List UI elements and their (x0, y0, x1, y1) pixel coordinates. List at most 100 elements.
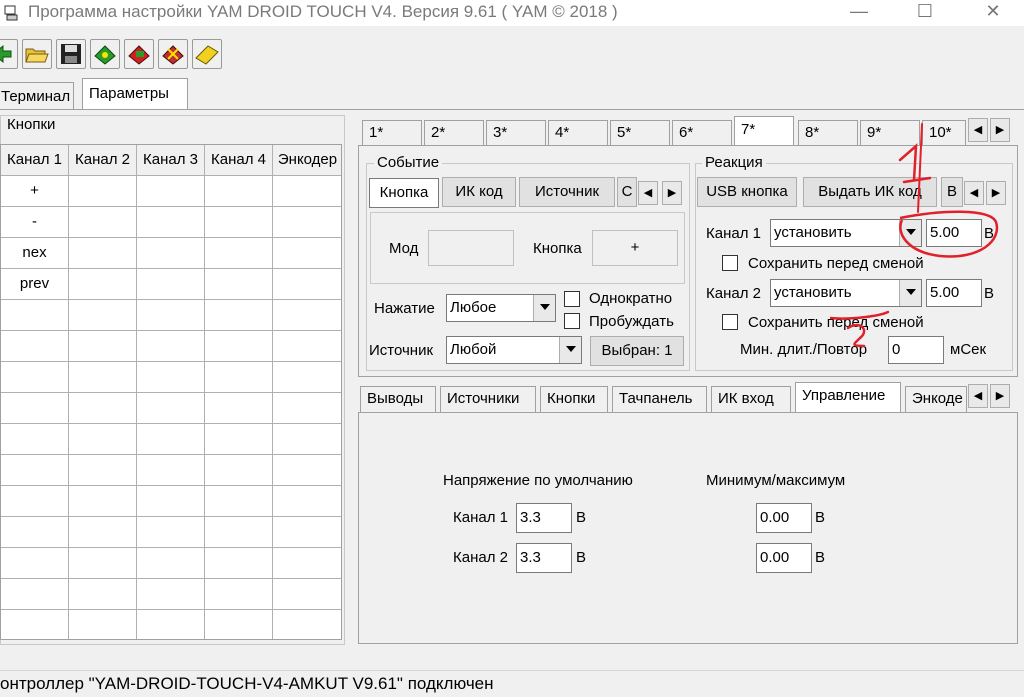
grid-cell[interactable] (205, 486, 273, 517)
grid-cell-channel1[interactable] (1, 486, 69, 517)
chip-button[interactable] (192, 39, 222, 69)
buttons-grid[interactable]: Канал 1 Канал 2 Канал 3 Канал 4 Энкодер … (0, 144, 342, 640)
connect-button[interactable] (0, 39, 18, 69)
control-channel1-voltage[interactable]: 3.3 (516, 503, 572, 533)
grid-cell-channel1[interactable] (1, 393, 69, 424)
grid-cell[interactable] (137, 300, 205, 331)
grid-cell[interactable] (205, 207, 273, 238)
tab-encoder[interactable]: Энкоде (905, 386, 967, 412)
tab-event-6[interactable]: 6* (672, 120, 732, 146)
grid-cell[interactable] (137, 176, 205, 207)
grid-cell[interactable] (205, 331, 273, 362)
grid-cell[interactable] (273, 610, 341, 639)
press-combo[interactable]: Любое (446, 294, 556, 322)
grid-cell[interactable] (205, 300, 273, 331)
grid-cell[interactable] (273, 207, 341, 238)
event-tab-source[interactable]: Источник (519, 177, 615, 207)
grid-cell[interactable] (273, 393, 341, 424)
grid-cell[interactable] (69, 486, 137, 517)
grid-cell[interactable] (137, 486, 205, 517)
grid-cell[interactable] (273, 548, 341, 579)
grid-cell[interactable] (69, 269, 137, 300)
tab-sources[interactable]: Источники (440, 386, 536, 412)
chevron-down-icon[interactable] (559, 337, 581, 363)
wake-checkbox[interactable] (564, 313, 580, 329)
grid-cell[interactable] (137, 579, 205, 610)
grid-cell-channel1[interactable]: prev (1, 269, 69, 300)
control-channel2-minmax[interactable]: 0.00 (756, 543, 812, 573)
bottom-tabs-scroll-left[interactable]: ◀ (968, 384, 988, 408)
grid-cell[interactable] (137, 393, 205, 424)
grid-cell[interactable] (273, 517, 341, 548)
save-before-change-1-checkbox[interactable] (722, 255, 738, 271)
grid-cell[interactable] (69, 548, 137, 579)
grid-cell-channel1[interactable]: + (1, 176, 69, 207)
grid-cell[interactable] (69, 300, 137, 331)
grid-cell-channel1[interactable] (1, 517, 69, 548)
grid-cell[interactable] (273, 486, 341, 517)
grid-cell[interactable] (273, 300, 341, 331)
tab-event-7[interactable]: 7* (734, 116, 794, 146)
grid-cell[interactable] (137, 610, 205, 639)
grid-cell[interactable] (137, 207, 205, 238)
save-button[interactable] (56, 39, 86, 69)
grid-cell[interactable] (69, 455, 137, 486)
once-checkbox[interactable] (564, 291, 580, 307)
grid-cell[interactable] (273, 269, 341, 300)
tab-event-2[interactable]: 2* (424, 120, 484, 146)
grid-cell[interactable] (273, 238, 341, 269)
maximize-button[interactable]: ☐ (902, 0, 948, 24)
grid-cell[interactable] (273, 579, 341, 610)
grid-cell[interactable] (69, 176, 137, 207)
grid-cell[interactable] (205, 455, 273, 486)
grid-cell[interactable] (205, 238, 273, 269)
grid-cell[interactable] (137, 517, 205, 548)
grid-cell[interactable] (69, 579, 137, 610)
grid-cell-channel1[interactable] (1, 331, 69, 362)
bottom-tabs-scroll-right[interactable]: ▶ (990, 384, 1010, 408)
grid-cell[interactable] (205, 548, 273, 579)
grid-header-encoder[interactable]: Энкодер (273, 145, 341, 176)
tab-parameters[interactable]: Параметры (82, 78, 188, 110)
grid-cell-channel1[interactable]: - (1, 207, 69, 238)
grid-cell[interactable] (69, 610, 137, 639)
grid-cell[interactable] (273, 362, 341, 393)
grid-cell-channel1[interactable] (1, 424, 69, 455)
reaction-tab-usb-button[interactable]: USB кнопка (697, 177, 797, 207)
grid-header-channel3[interactable]: Канал 3 (137, 145, 205, 176)
event-tabs-scroll-left[interactable]: ◀ (638, 181, 658, 205)
tab-outputs[interactable]: Выводы (360, 386, 436, 412)
grid-cell-channel1[interactable]: nex (1, 238, 69, 269)
tab-event-4[interactable]: 4* (548, 120, 608, 146)
grid-header-channel1[interactable]: Канал 1 (1, 145, 69, 176)
grid-cell[interactable] (137, 269, 205, 300)
tab-control[interactable]: Управление (795, 382, 901, 412)
grid-cell[interactable] (137, 238, 205, 269)
grid-cell-channel1[interactable] (1, 455, 69, 486)
tab-buttons[interactable]: Кнопки (540, 386, 608, 412)
grid-cell[interactable] (137, 455, 205, 486)
tab-event-3[interactable]: 3* (486, 120, 546, 146)
tab-event-5[interactable]: 5* (610, 120, 670, 146)
tab-touchpanel[interactable]: Тачпанель (612, 386, 707, 412)
read-device-button[interactable] (90, 39, 120, 69)
grid-cell[interactable] (69, 393, 137, 424)
write-device-button[interactable] (124, 39, 154, 69)
control-channel1-minmax[interactable]: 0.00 (756, 503, 812, 533)
grid-cell-channel1[interactable] (1, 300, 69, 331)
grid-cell[interactable] (69, 331, 137, 362)
grid-cell[interactable] (273, 455, 341, 486)
grid-cell[interactable] (273, 331, 341, 362)
grid-cell[interactable] (205, 424, 273, 455)
grid-cell[interactable] (205, 579, 273, 610)
grid-cell[interactable] (69, 238, 137, 269)
save-before-change-2-checkbox[interactable] (722, 314, 738, 330)
grid-cell-channel1[interactable] (1, 610, 69, 639)
minimize-button[interactable]: — (836, 0, 882, 24)
grid-header-channel2[interactable]: Канал 2 (69, 145, 137, 176)
event-tabs-scroll-right[interactable]: ▶ (662, 181, 682, 205)
grid-cell[interactable] (137, 331, 205, 362)
grid-cell[interactable] (205, 362, 273, 393)
event-tab-button[interactable]: Кнопка (369, 178, 439, 208)
grid-cell[interactable] (273, 424, 341, 455)
